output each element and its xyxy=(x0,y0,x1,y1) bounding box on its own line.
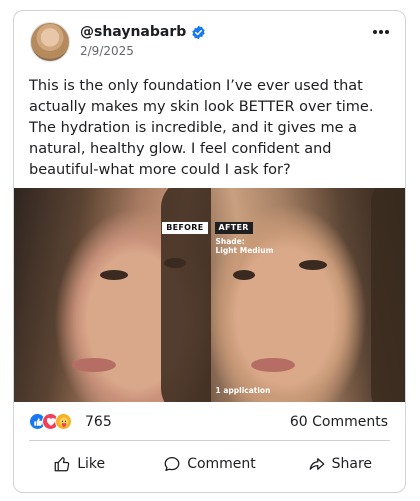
shade-value: Light Medium xyxy=(215,246,274,255)
post-image[interactable]: BEFORE AFTER Shade: Light Medium 1 appli… xyxy=(14,188,405,402)
eye xyxy=(232,270,255,280)
care-reaction-icon xyxy=(55,413,72,430)
lips xyxy=(72,358,116,372)
comment-button[interactable]: Comment xyxy=(144,447,274,481)
verified-badge-icon xyxy=(192,25,205,39)
more-options-icon[interactable] xyxy=(371,25,391,39)
eye xyxy=(298,260,327,270)
post-card: @shaynabarb 2/9/2025 This is the only fo… xyxy=(13,10,406,493)
reaction-count[interactable]: 765 xyxy=(85,414,112,430)
hair xyxy=(160,188,211,402)
eye xyxy=(100,270,128,280)
eye xyxy=(164,258,186,268)
post-stats: 765 60 Comments xyxy=(14,404,405,440)
avatar[interactable] xyxy=(30,22,70,62)
shade-title: Shade: xyxy=(215,237,245,246)
post-header: @shaynabarb 2/9/2025 xyxy=(14,11,405,73)
thumbs-up-icon xyxy=(54,457,70,472)
like-label: Like xyxy=(77,456,106,472)
after-photo: AFTER Shade: Light Medium 1 application xyxy=(210,188,405,402)
post-text: This is the only foundation I’ve ever us… xyxy=(29,78,374,178)
share-icon xyxy=(309,458,324,470)
before-photo: BEFORE xyxy=(14,188,211,402)
username[interactable]: @shaynabarb xyxy=(80,24,186,40)
like-button[interactable]: Like xyxy=(14,447,144,481)
share-button[interactable]: Share xyxy=(275,447,405,481)
comments-count[interactable]: 60 Comments xyxy=(290,414,388,430)
applications-label: 1 application xyxy=(215,386,271,395)
before-label: BEFORE xyxy=(162,222,208,234)
comment-icon xyxy=(164,456,180,472)
share-label: Share xyxy=(331,456,373,472)
username-row: @shaynabarb xyxy=(80,24,206,40)
reaction-icons[interactable] xyxy=(29,413,72,430)
comment-label: Comment xyxy=(187,456,256,472)
action-bar: Like Comment Share xyxy=(14,447,405,481)
hair xyxy=(371,188,405,402)
lips xyxy=(250,358,295,372)
after-label: AFTER xyxy=(214,222,253,234)
shade-label: Shade: Light Medium xyxy=(216,237,274,255)
divider xyxy=(29,440,390,441)
post-date[interactable]: 2/9/2025 xyxy=(80,44,134,58)
